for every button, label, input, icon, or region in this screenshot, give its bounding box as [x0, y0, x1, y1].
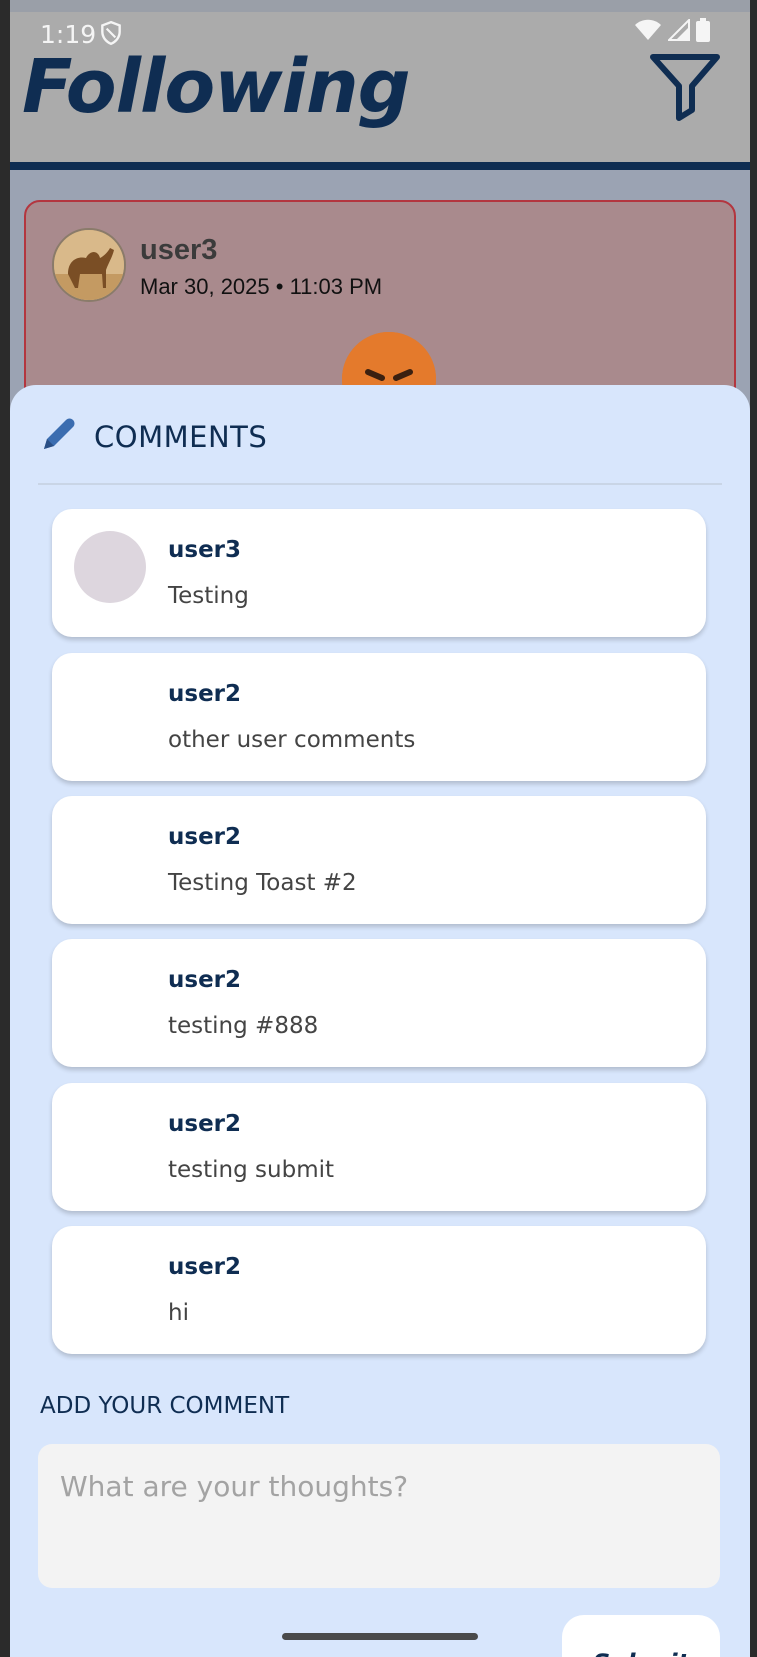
comment-input[interactable]	[38, 1444, 720, 1588]
comment-text: testing submit	[168, 1157, 335, 1183]
status-icons	[634, 17, 710, 47]
page-title: Following	[22, 44, 411, 130]
battery-icon	[696, 18, 710, 47]
home-indicator[interactable]	[282, 1633, 478, 1640]
add-comment-label: ADD YOUR COMMENT	[40, 1393, 290, 1419]
post-card[interactable]: user3 Mar 30, 2025 • 11:03 PM	[24, 200, 736, 426]
comment-card[interactable]: user2 testing #888	[52, 939, 706, 1067]
comment-username[interactable]: user2	[168, 681, 241, 707]
comment-text: Testing Toast #2	[168, 870, 357, 896]
comment-text: Testing	[168, 583, 249, 609]
wifi-icon	[634, 19, 662, 46]
header-divider	[10, 162, 750, 170]
comment-username[interactable]: user3	[168, 537, 241, 563]
post-username[interactable]: user3	[140, 234, 217, 267]
signal-icon	[666, 17, 690, 46]
submit-button[interactable]: Submit	[562, 1615, 720, 1657]
pencil-icon	[40, 415, 78, 458]
comment-card[interactable]: user2 hi	[52, 1226, 706, 1354]
avatar[interactable]	[74, 531, 146, 603]
comment-text: testing #888	[168, 1013, 319, 1039]
filter-button[interactable]	[648, 52, 722, 122]
comments-header: COMMENTS	[40, 415, 267, 458]
comment-username[interactable]: user2	[168, 1254, 241, 1280]
feed: user3 Mar 30, 2025 • 11:03 PM	[10, 170, 750, 426]
comment-text: other user comments	[168, 727, 416, 753]
divider	[38, 483, 722, 485]
shield-icon	[98, 20, 124, 46]
comment-username[interactable]: user2	[168, 1111, 241, 1137]
avatar[interactable]	[52, 228, 126, 302]
comments-sheet: COMMENTS user3 Testing user2 other user …	[10, 385, 750, 1657]
comment-text: hi	[168, 1300, 189, 1326]
app-screen: 1:19 Following user3 Mar 30, 2025 • 11:0…	[10, 0, 750, 1657]
comment-username[interactable]: user2	[168, 824, 241, 850]
post-timestamp: Mar 30, 2025 • 11:03 PM	[140, 274, 383, 299]
comments-title: COMMENTS	[94, 419, 268, 454]
comment-username[interactable]: user2	[168, 967, 241, 993]
comment-card[interactable]: user3 Testing	[52, 509, 706, 637]
comment-card[interactable]: user2 Testing Toast #2	[52, 796, 706, 924]
filter-icon	[650, 54, 720, 121]
comment-card[interactable]: user2 other user comments	[52, 653, 706, 781]
comment-card[interactable]: user2 testing submit	[52, 1083, 706, 1211]
